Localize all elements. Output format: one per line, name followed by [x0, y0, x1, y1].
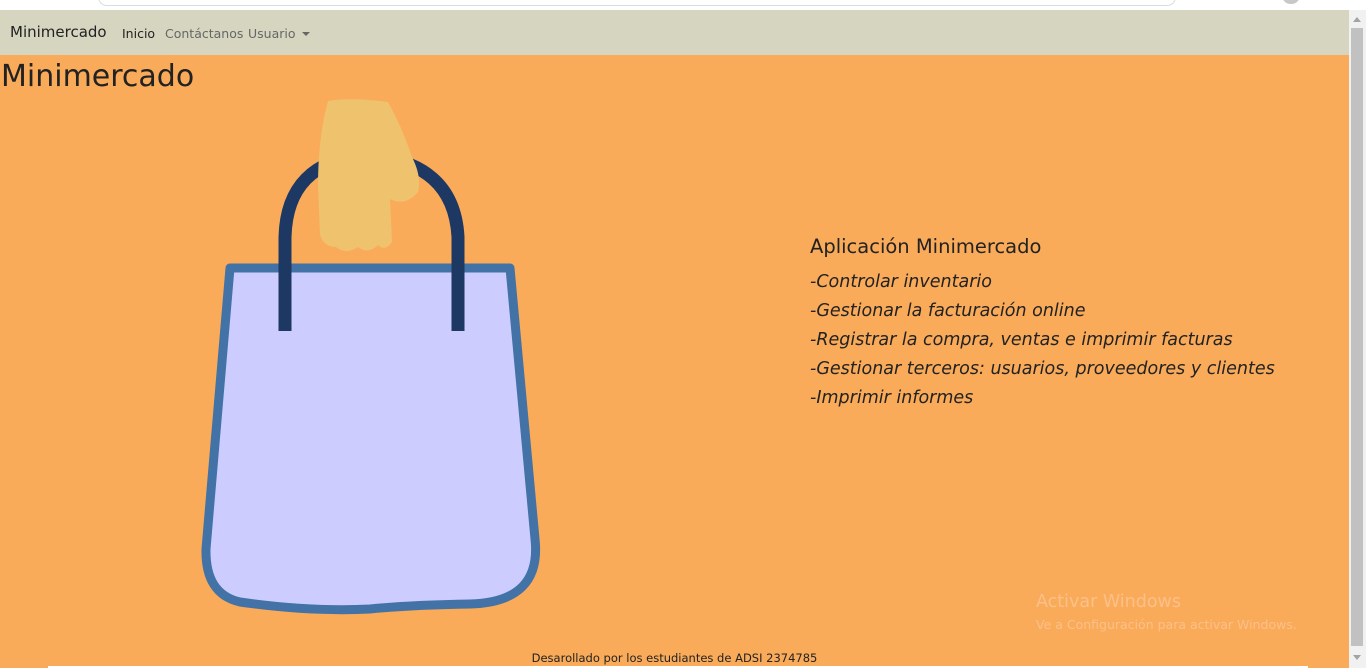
- page-title: Minimercado: [1, 59, 195, 94]
- feature-list: -Controlar inventario -Gestionar la fact…: [810, 268, 1330, 413]
- watermark-title: Activar Windows: [1036, 592, 1181, 612]
- navbar: Minimercado Inicio Contáctanos Usuario: [0, 10, 1349, 55]
- feature-item: -Gestionar la facturación online: [810, 301, 1086, 321]
- browser-chrome: [0, 0, 1366, 10]
- windows-activation-watermark: Activar Windows Ve a Configuración para …: [1036, 592, 1297, 632]
- nav-dropdown-usuario[interactable]: Usuario: [248, 26, 310, 41]
- scroll-down-icon[interactable]: [1353, 655, 1361, 660]
- info-panel: Aplicación Minimercado -Controlar invent…: [810, 235, 1330, 413]
- feature-item: -Registrar la compra, ventas e imprimir …: [810, 330, 1233, 350]
- bag-body: [201, 263, 541, 615]
- vertical-scrollbar[interactable]: [1349, 10, 1366, 668]
- navbar-brand[interactable]: Minimercado: [10, 23, 107, 41]
- scrollbar-thumb[interactable]: [1351, 28, 1363, 646]
- main-content: Minimercado Aplicación Minimercado -Cont…: [0, 55, 1349, 668]
- hand-icon: [318, 99, 420, 251]
- feature-item: -Gestionar terceros: usuarios, proveedor…: [810, 359, 1275, 379]
- shopping-bag-illustration: [201, 99, 541, 615]
- info-heading: Aplicación Minimercado: [810, 235, 1042, 258]
- feature-item: -Controlar inventario: [810, 272, 992, 292]
- watermark-subtitle: Ve a Configuración para activar Windows.: [1036, 617, 1297, 632]
- nav-link-inicio[interactable]: Inicio: [122, 26, 155, 41]
- feature-item: -Imprimir informes: [810, 388, 974, 408]
- dropdown-label: Usuario: [248, 26, 296, 41]
- address-bar[interactable]: [98, 0, 1176, 6]
- profile-icon[interactable]: [1283, 0, 1299, 4]
- nav-link-contactanos[interactable]: Contáctanos: [165, 26, 243, 41]
- scroll-up-icon[interactable]: [1353, 17, 1361, 22]
- caret-down-icon: [301, 32, 310, 36]
- footer: Desarollado por los estudiantes de ADSI …: [531, 651, 818, 665]
